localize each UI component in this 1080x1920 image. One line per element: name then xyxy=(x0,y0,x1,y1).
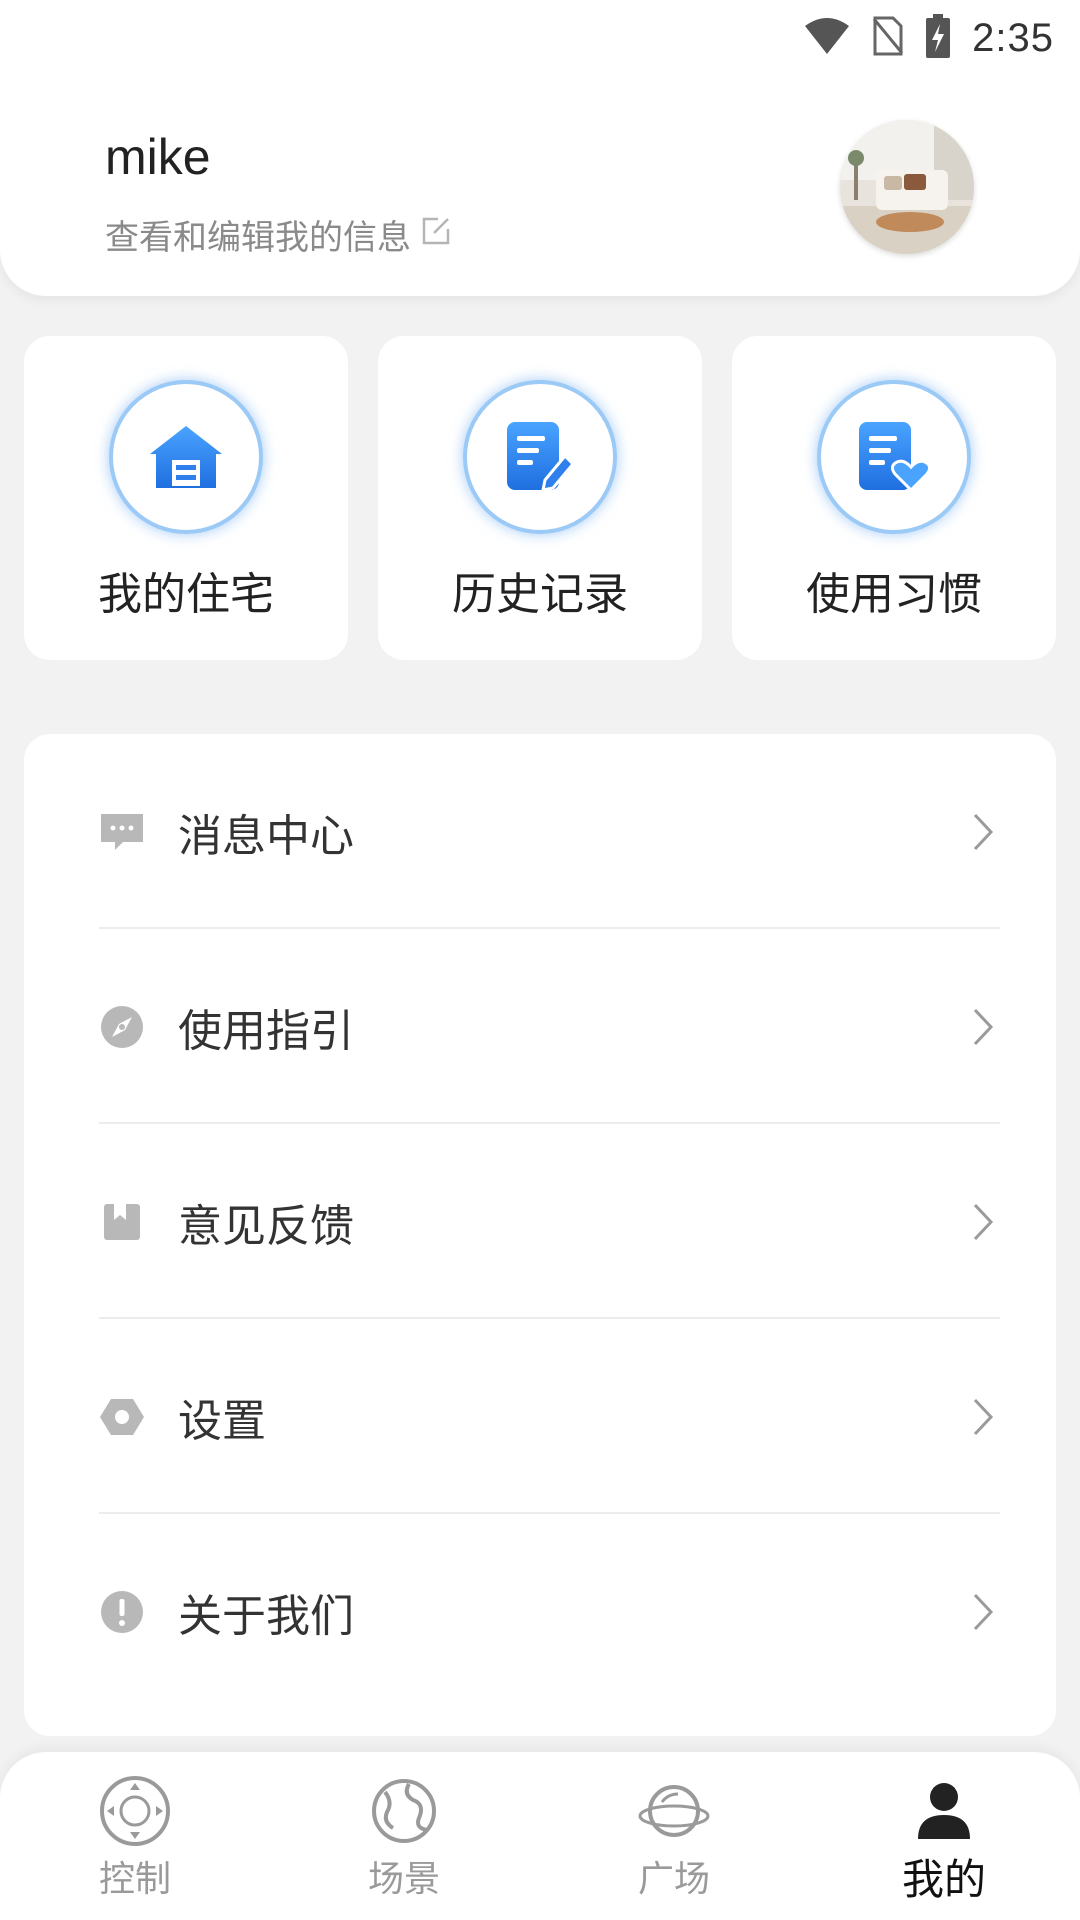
menu-label-settings: 设置 xyxy=(178,1395,266,1447)
wifi-icon xyxy=(804,16,850,60)
compass-icon xyxy=(99,1004,145,1050)
planet-icon xyxy=(637,1774,711,1848)
chevron-right-icon xyxy=(972,1004,1000,1050)
quick-label-history: 历史记录 xyxy=(452,569,628,620)
bookmark-icon xyxy=(99,1199,145,1245)
quick-my-home[interactable]: 我的住宅 xyxy=(24,336,348,660)
status-bar: 2:35 xyxy=(0,0,1080,76)
settings-icon xyxy=(99,1394,145,1440)
menu-list: 消息中心 使用指引 意见反馈 设置 关于我们 xyxy=(24,734,1056,1736)
nav-label-plaza: 广场 xyxy=(637,1859,710,1900)
quick-actions: 我的住宅 历史记录 使用习惯 xyxy=(24,336,1056,660)
nav-tab-mine[interactable]: 我的 xyxy=(844,1752,1044,1920)
person-icon xyxy=(907,1774,981,1848)
quick-label-my-home: 我的住宅 xyxy=(98,569,274,620)
house-icon xyxy=(109,380,263,534)
document-edit-icon xyxy=(463,380,617,534)
edit-icon xyxy=(421,215,451,255)
quick-history[interactable]: 历史记录 xyxy=(378,336,702,660)
chevron-right-icon xyxy=(972,1199,1000,1245)
status-icons: 2:35 xyxy=(804,10,1054,66)
edit-profile-text: 查看和编辑我的信息 xyxy=(105,218,411,258)
avatar[interactable] xyxy=(840,120,974,254)
menu-label-messages: 消息中心 xyxy=(178,810,354,862)
nav-tab-scenes[interactable]: 场景 xyxy=(304,1752,504,1920)
menu-item-messages[interactable]: 消息中心 xyxy=(24,734,1056,929)
menu-label-feedback: 意见反馈 xyxy=(178,1200,354,1252)
nav-label-mine: 我的 xyxy=(901,1855,986,1904)
chevron-right-icon xyxy=(972,809,1000,855)
info-icon xyxy=(99,1589,145,1635)
chevron-right-icon xyxy=(972,1394,1000,1440)
menu-label-about: 关于我们 xyxy=(178,1590,354,1642)
message-icon xyxy=(99,809,145,855)
control-icon xyxy=(98,1774,172,1848)
edit-profile-link[interactable]: 查看和编辑我的信息 xyxy=(105,210,451,259)
battery-charging-icon xyxy=(926,14,951,62)
chevron-right-icon xyxy=(972,1589,1000,1635)
menu-item-guide[interactable]: 使用指引 xyxy=(24,929,1056,1124)
nav-tab-control[interactable]: 控制 xyxy=(35,1752,235,1920)
username: mike xyxy=(105,129,211,185)
bottom-nav: 控制 场景 广场 我的 xyxy=(0,1752,1080,1920)
globe-icon xyxy=(367,1774,441,1848)
nav-label-scenes: 场景 xyxy=(367,1859,440,1900)
document-heart-icon xyxy=(817,380,971,534)
status-time: 2:35 xyxy=(972,15,1054,60)
menu-label-guide: 使用指引 xyxy=(178,1005,354,1057)
no-sim-icon xyxy=(872,15,904,61)
nav-tab-plaza[interactable]: 广场 xyxy=(574,1752,774,1920)
quick-label-habits: 使用习惯 xyxy=(806,569,982,620)
menu-item-feedback[interactable]: 意见反馈 xyxy=(24,1124,1056,1319)
quick-habits[interactable]: 使用习惯 xyxy=(732,336,1056,660)
menu-item-about[interactable]: 关于我们 xyxy=(24,1514,1056,1709)
menu-item-settings[interactable]: 设置 xyxy=(24,1319,1056,1514)
nav-label-control: 控制 xyxy=(98,1859,171,1900)
